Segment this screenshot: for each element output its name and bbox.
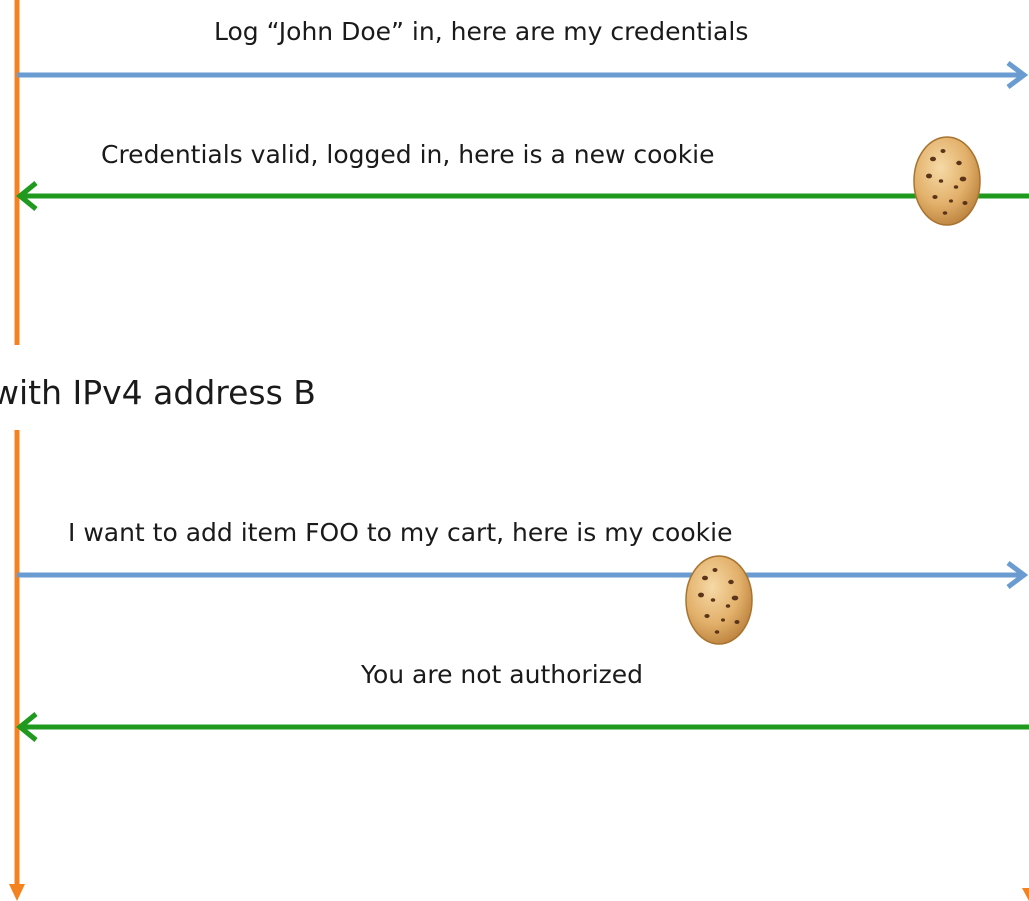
- message-label-login-request: Log “John Doe” in, here are my credentia…: [214, 17, 749, 46]
- lifeline-client-arrowhead: [9, 884, 25, 901]
- cookie-icon: [685, 555, 753, 645]
- message-label-cart-response: You are not authorized: [361, 660, 644, 689]
- lifeline-server-arrowhead: [1022, 888, 1029, 901]
- cookie-icon: [913, 136, 981, 226]
- sequence-diagram: [9, 0, 1029, 901]
- section-heading: with IPv4 address B: [0, 373, 316, 412]
- message-label-login-response: Credentials valid, logged in, here is a …: [101, 140, 715, 169]
- message-label-cart-request: I want to add item FOO to my cart, here …: [68, 518, 733, 547]
